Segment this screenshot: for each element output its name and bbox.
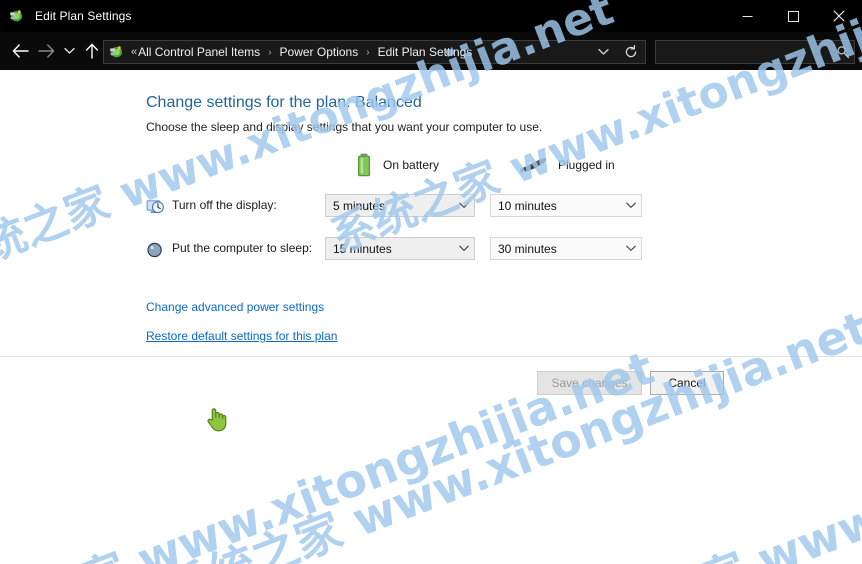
chevron-right-icon: ›	[268, 46, 272, 58]
content-area: Change settings for the plan: Balanced C…	[0, 70, 862, 564]
close-button[interactable]	[816, 0, 862, 32]
search-icon[interactable]	[832, 45, 854, 59]
control-panel-icon	[109, 44, 125, 60]
column-label-on-battery: On battery	[383, 158, 440, 172]
power-plug-icon	[520, 158, 547, 173]
page-title: Change settings for the plan: Balanced	[146, 94, 422, 111]
forward-arrow-icon[interactable]	[33, 35, 59, 67]
edit-plan-settings-window: Edit Plan Settings « All Control Panel I…	[0, 0, 862, 564]
footer-divider	[0, 356, 862, 357]
dropdown-display-plugged-in[interactable]: 10 minutes	[490, 194, 642, 217]
cancel-button[interactable]: Cancel	[650, 371, 724, 395]
chevron-down-icon[interactable]	[621, 245, 641, 252]
dropdown-value: 10 minutes	[498, 198, 557, 213]
column-header-plugged-in: Plugged in	[520, 152, 615, 178]
save-changes-button[interactable]: Save changes	[537, 371, 642, 395]
breadcrumb[interactable]: « All Control Panel Items › Power Option…	[103, 40, 646, 64]
chevron-down-icon[interactable]	[621, 202, 641, 209]
column-label-plugged-in: Plugged in	[558, 158, 615, 172]
chevron-down-icon[interactable]	[454, 245, 474, 252]
window-controls	[724, 0, 862, 32]
control-panel-icon	[9, 8, 25, 24]
table-row: Put the computer to sleep: 15 minutes 30…	[146, 237, 666, 263]
back-arrow-icon[interactable]	[7, 35, 33, 67]
column-header-on-battery: On battery	[355, 152, 439, 178]
title-bar: Edit Plan Settings	[0, 0, 862, 32]
breadcrumb-dropdown-icon[interactable]	[589, 41, 617, 63]
battery-icon	[358, 153, 370, 177]
mouse-cursor-hand-icon	[206, 406, 228, 432]
display-monitor-icon	[146, 198, 164, 216]
search-box[interactable]	[655, 40, 855, 64]
row-label-turn-off-display: Turn off the display:	[172, 198, 277, 212]
chevron-down-icon[interactable]	[59, 35, 79, 67]
breadcrumb-item-power-options[interactable]: Power Options	[279, 45, 360, 59]
breadcrumb-item-edit-plan-settings[interactable]: Edit Plan Settings	[377, 45, 474, 59]
dropdown-sleep-plugged-in[interactable]: 30 minutes	[490, 237, 642, 260]
dropdown-sleep-on-battery[interactable]: 15 minutes	[325, 237, 475, 260]
link-change-advanced-power-settings[interactable]: Change advanced power settings	[146, 300, 324, 314]
row-label-put-computer-to-sleep: Put the computer to sleep:	[172, 241, 313, 255]
link-restore-default-settings[interactable]: Restore default settings for this plan	[146, 329, 337, 343]
minimize-button[interactable]	[724, 0, 770, 32]
search-input[interactable]	[656, 44, 832, 60]
dropdown-value: 30 minutes	[498, 241, 557, 256]
chevron-down-icon[interactable]	[454, 202, 474, 209]
up-arrow-icon[interactable]	[79, 35, 105, 67]
page-subtitle: Choose the sleep and display settings th…	[146, 120, 543, 134]
window-title: Edit Plan Settings	[35, 9, 132, 23]
dropdown-display-on-battery[interactable]: 5 minutes	[325, 194, 475, 217]
dropdown-value: 15 minutes	[333, 241, 392, 256]
sleep-moon-icon	[146, 241, 164, 259]
table-row: Turn off the display: 5 minutes 10 minut…	[146, 194, 666, 220]
chevron-right-icon: ›	[366, 46, 370, 58]
dropdown-value: 5 minutes	[333, 198, 386, 213]
refresh-icon[interactable]	[617, 41, 645, 63]
maximize-button[interactable]	[770, 0, 816, 32]
breadcrumb-item-all-control-panel-items[interactable]: All Control Panel Items	[137, 45, 261, 59]
